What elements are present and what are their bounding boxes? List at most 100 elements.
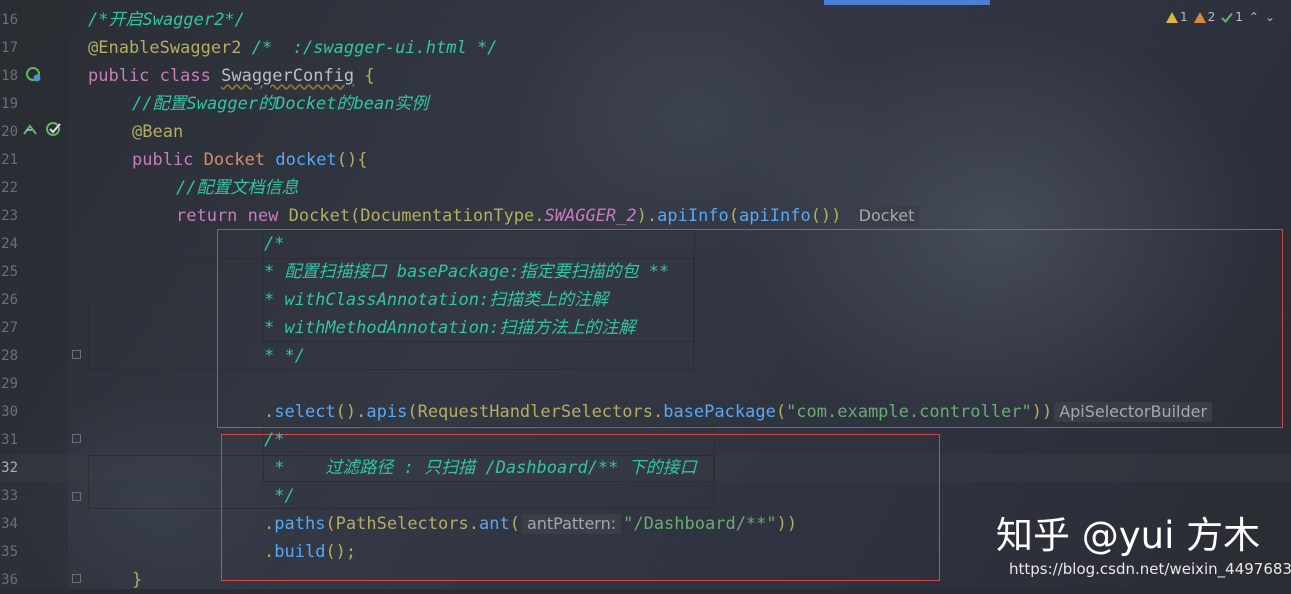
punctuation: ))	[776, 514, 798, 534]
punctuation: ();	[325, 542, 357, 562]
tab-active-indicator	[824, 0, 990, 5]
method-call: select	[274, 402, 336, 422]
comment: /*	[264, 430, 285, 450]
punctuation: .	[264, 402, 275, 422]
code-line-18[interactable]: public class SwaggerConfig {	[88, 62, 375, 90]
brace: }	[132, 570, 143, 590]
brace: {	[364, 66, 375, 86]
line-number: 36	[1, 572, 18, 588]
method-name: docket	[275, 150, 337, 170]
comment: //配置Swagger的Docket的bean实例	[132, 94, 429, 114]
class-ref: (RequestHandlerSelectors.	[407, 402, 664, 422]
string-literal: "/Dashboard/**"	[623, 514, 777, 534]
type: Docket	[203, 150, 266, 170]
annotation: @Bean	[132, 122, 184, 142]
warning-count[interactable]: 1	[1166, 10, 1188, 24]
punctuation: ))	[1031, 402, 1053, 422]
warning-count-value: 1	[1180, 10, 1188, 24]
line-number-current: 32	[1, 460, 18, 476]
punctuation: (){	[336, 150, 368, 170]
comment: */	[264, 486, 295, 506]
code-line-30[interactable]: .select().apis(RequestHandlerSelectors.b…	[264, 398, 1214, 426]
csdn-watermark-url: https://blog.csdn.net/weixin_44976835	[1009, 560, 1291, 578]
line-number: 31	[1, 432, 18, 448]
keyword: public	[132, 150, 194, 170]
line-number: 17	[1, 40, 18, 56]
comment: * 配置扫描接口 basePackage:指定要扫描的包 **	[264, 262, 670, 282]
zhihu-watermark: 知乎 @yui 方木	[996, 514, 1261, 557]
method-call: basePackage	[663, 402, 776, 422]
comment: * 过滤路径 : 只扫描 /Dashboard/** 下的接口	[264, 458, 697, 478]
punctuation: ())	[810, 206, 842, 226]
code-line-17[interactable]: @EnableSwagger2 /* :/swagger-ui.html */	[88, 34, 497, 62]
line-number: 24	[1, 236, 18, 252]
next-problem-icon[interactable]: ⌄	[1265, 10, 1275, 24]
code-line-32[interactable]: * 过滤路径 : 只扫描 /Dashboard/** 下的接口	[264, 454, 697, 482]
line-number: 27	[1, 320, 18, 336]
code-line-22[interactable]: //配置文档信息	[176, 174, 298, 202]
code-line-16[interactable]: /*开启Swagger2*/	[88, 6, 245, 34]
method-call: apiInfo	[657, 206, 729, 226]
line-number: 18	[1, 68, 18, 84]
method-call: paths	[274, 514, 326, 534]
bean-gutter-icon[interactable]	[22, 122, 42, 138]
code-line-31[interactable]: /*	[264, 426, 284, 454]
class-ref: (PathSelectors.	[325, 514, 479, 534]
line-number: 25	[1, 264, 18, 280]
code-line-21[interactable]: public Docket docket(){	[132, 146, 367, 174]
punctuation: .	[264, 542, 275, 562]
comment: * withClassAnnotation:扫描类上的注解	[264, 290, 609, 310]
code-line-26[interactable]: * withClassAnnotation:扫描类上的注解	[264, 286, 608, 314]
comment: /*开启Swagger2*/	[88, 10, 245, 30]
weak-warning-icon	[1193, 11, 1206, 23]
keyword: new	[247, 206, 279, 226]
punctuation: (	[775, 402, 787, 422]
code-line-28[interactable]: * */	[264, 342, 305, 370]
code-line-20[interactable]: @Bean	[132, 118, 183, 146]
punctuation: .	[264, 514, 275, 534]
inspection-widget[interactable]: 1 2 1 ⌃ ⌄	[1166, 10, 1275, 24]
constant: SWAGGER_2	[544, 206, 637, 226]
code-line-35[interactable]: .build();	[264, 538, 356, 566]
string-literal: "com.example.controller"	[786, 402, 1032, 422]
class-name: SwaggerConfig	[221, 66, 355, 86]
fold-marker[interactable]	[72, 434, 81, 443]
code-line-23[interactable]: return new Docket(DocumentationType.SWAG…	[176, 202, 921, 230]
line-number: 29	[1, 376, 18, 392]
keyword: return	[176, 206, 238, 226]
annotation: @EnableSwagger2	[88, 38, 242, 58]
comment: * */	[264, 346, 305, 366]
comment: * withMethodAnnotation:扫描方法上的注解	[264, 318, 636, 338]
punctuation: ().	[335, 402, 367, 422]
comment: /*	[264, 234, 285, 254]
line-number: 35	[1, 544, 18, 560]
warning-icon	[1166, 11, 1178, 23]
keyword: class	[159, 66, 211, 86]
code-line-25[interactable]: * 配置扫描接口 basePackage:指定要扫描的包 **	[264, 258, 669, 286]
comment: //配置文档信息	[176, 178, 299, 198]
code-line-24[interactable]: /*	[264, 230, 284, 258]
type-hint: ApiSelectorBuilder	[1054, 402, 1213, 422]
method-call: apis	[366, 402, 408, 422]
line-number: 20	[1, 124, 18, 140]
previous-problem-icon[interactable]: ⌃	[1249, 10, 1259, 24]
line-number: 33	[1, 488, 18, 504]
fold-marker[interactable]	[72, 350, 81, 359]
code-line-27[interactable]: * withMethodAnnotation:扫描方法上的注解	[264, 314, 635, 342]
method-call: ant	[478, 514, 510, 534]
line-number: 34	[1, 516, 18, 532]
parameter-hint: antPattern:	[521, 514, 622, 534]
spring-config-icon[interactable]	[24, 66, 44, 84]
fold-marker[interactable]	[72, 492, 81, 501]
code-line-36[interactable]: }	[132, 566, 142, 594]
code-line-33[interactable]: */	[264, 482, 295, 510]
ok-count[interactable]: 1	[1221, 10, 1243, 24]
fold-marker[interactable]	[72, 574, 81, 583]
type-hint: Docket	[853, 206, 920, 226]
code-line-34[interactable]: .paths(PathSelectors.ant(antPattern: "/Da…	[264, 510, 797, 538]
keyword: public	[88, 66, 150, 86]
weak-warning-count[interactable]: 2	[1193, 10, 1215, 24]
code-line-19[interactable]: //配置Swagger的Docket的bean实例	[132, 90, 428, 118]
line-number: 28	[1, 348, 18, 364]
bean-check-icon[interactable]	[44, 120, 64, 138]
